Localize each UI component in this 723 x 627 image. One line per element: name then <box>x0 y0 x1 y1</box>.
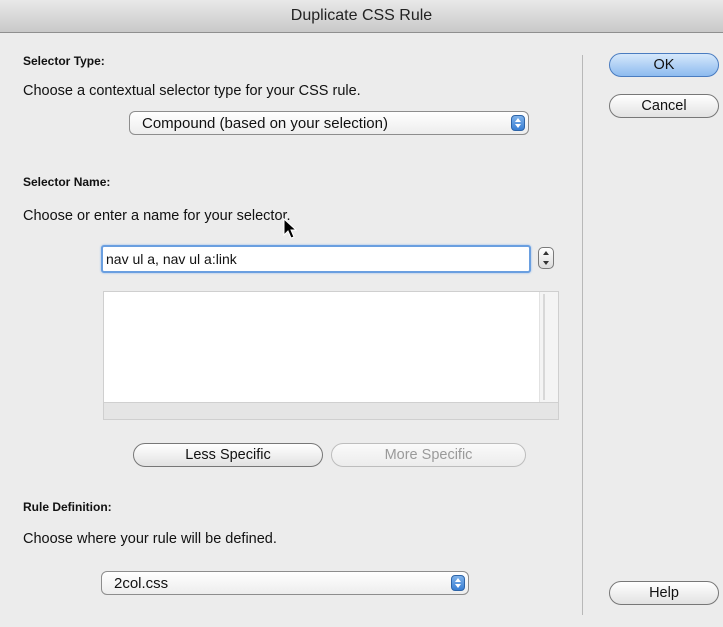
vertical-scrollbar[interactable] <box>539 292 558 404</box>
horizontal-scrollbar[interactable] <box>104 402 558 419</box>
selector-type-value: Compound (based on your selection) <box>142 115 388 132</box>
selector-type-popup[interactable]: Compound (based on your selection) <box>129 111 529 135</box>
rule-definition-value: 2col.css <box>114 575 169 592</box>
window-title: Duplicate CSS Rule <box>290 7 433 24</box>
selector-list[interactable] <box>103 291 559 420</box>
selector-name-description: Choose or enter a name for your selector… <box>23 208 291 224</box>
popup-arrows-icon <box>451 575 465 591</box>
window-titlebar: Duplicate CSS Rule <box>0 0 723 33</box>
selector-type-description: Choose a contextual selector type for yo… <box>23 83 361 99</box>
popup-arrows-icon <box>511 115 525 131</box>
selector-name-field[interactable] <box>103 247 486 271</box>
selector-name-heading: Selector Name: <box>23 175 111 189</box>
rule-definition-popup[interactable]: 2col.css <box>101 571 469 595</box>
duplicate-css-rule-dialog: Selector Type: Choose a contextual selec… <box>0 33 723 627</box>
less-specific-button[interactable]: Less Specific <box>133 443 323 467</box>
ok-button[interactable]: OK <box>609 53 719 77</box>
rule-definition-description: Choose where your rule will be defined. <box>23 531 277 547</box>
selector-name-input[interactable] <box>101 245 531 273</box>
more-specific-button[interactable]: More Specific <box>331 443 526 467</box>
help-button[interactable]: Help <box>609 581 719 605</box>
rule-definition-heading: Rule Definition: <box>23 500 112 514</box>
vertical-divider <box>582 55 583 615</box>
selector-name-dropdown-icon[interactable] <box>538 247 554 269</box>
selector-type-heading: Selector Type: <box>23 54 105 68</box>
mouse-pointer-icon <box>283 218 298 239</box>
cancel-button[interactable]: Cancel <box>609 94 719 118</box>
